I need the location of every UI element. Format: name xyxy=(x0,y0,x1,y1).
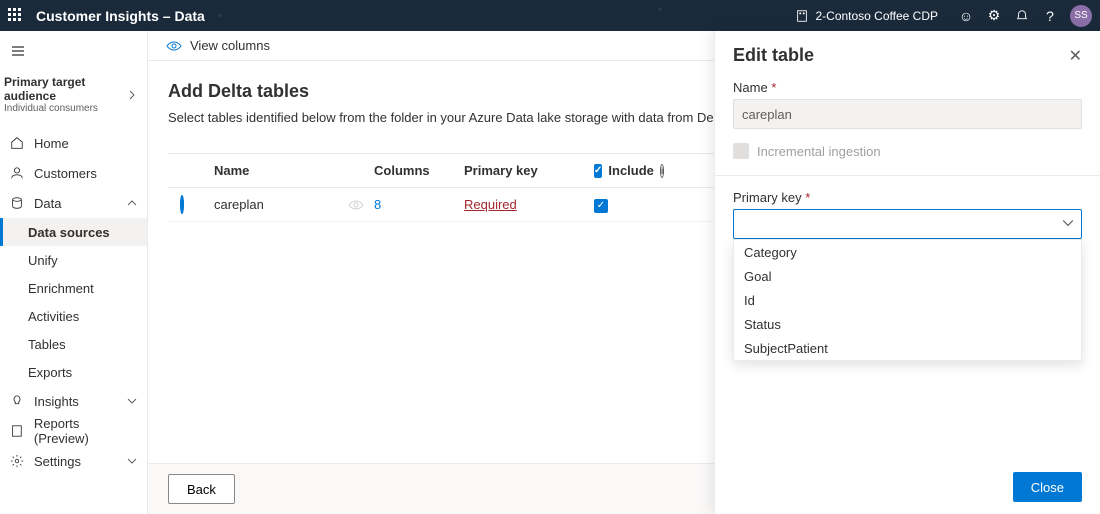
top-bar: Customer Insights – Data 2-Contoso Coffe… xyxy=(0,0,1100,31)
row-columns-link[interactable]: 8 xyxy=(374,197,381,212)
audience-selector[interactable]: Primary target audience Individual consu… xyxy=(0,71,147,128)
name-label: Name * xyxy=(733,80,1082,95)
building-icon xyxy=(795,9,809,23)
nav-settings[interactable]: Settings xyxy=(0,446,147,476)
app-launcher-icon[interactable] xyxy=(8,8,24,24)
col-include: Include xyxy=(608,163,654,178)
dropdown-option[interactable]: Id xyxy=(734,288,1081,312)
edit-table-panel: Edit table ✕ Name * Incremental ingestio… xyxy=(714,31,1100,514)
primary-key-combobox[interactable] xyxy=(733,209,1082,239)
close-button[interactable]: Close xyxy=(1013,472,1082,502)
primary-key-label: Primary key * xyxy=(733,190,1082,205)
nav-data-sources[interactable]: Data sources xyxy=(0,218,147,246)
database-icon xyxy=(10,196,24,210)
row-name: careplan xyxy=(214,197,264,212)
dropdown-option[interactable]: Status xyxy=(734,312,1081,336)
back-button[interactable]: Back xyxy=(168,474,235,504)
environment-picker[interactable]: 2-Contoso Coffee CDP xyxy=(795,9,938,23)
incremental-row: Incremental ingestion xyxy=(733,143,1082,159)
eye-icon xyxy=(166,38,182,54)
people-icon xyxy=(10,166,24,180)
smile-icon[interactable]: ☺ xyxy=(952,2,980,30)
nav-activities[interactable]: Activities xyxy=(0,302,147,330)
help-icon[interactable]: ? xyxy=(1036,2,1064,30)
chevron-down-icon xyxy=(127,456,137,466)
environment-name: 2-Contoso Coffee CDP xyxy=(815,9,938,23)
primary-key-dropdown: Category Goal Id Status SubjectPatient xyxy=(733,239,1082,361)
avatar[interactable]: SS xyxy=(1070,5,1092,27)
hamburger-button[interactable] xyxy=(0,31,147,71)
info-icon[interactable]: i xyxy=(660,164,665,178)
home-icon xyxy=(10,136,24,150)
lightbulb-icon xyxy=(10,394,24,408)
nav-tables[interactable]: Tables xyxy=(0,330,147,358)
row-primary-key[interactable]: Required xyxy=(464,197,517,212)
chevron-right-icon xyxy=(127,90,137,100)
bell-icon[interactable] xyxy=(1008,2,1036,30)
nav-enrichment[interactable]: Enrichment xyxy=(0,274,147,302)
audience-value: Individual consumers xyxy=(4,103,127,114)
sidebar: Primary target audience Individual consu… xyxy=(0,31,148,514)
name-input[interactable] xyxy=(733,99,1082,129)
nav-exports[interactable]: Exports xyxy=(0,358,147,386)
chevron-up-icon xyxy=(127,198,137,208)
app-title: Customer Insights – Data xyxy=(36,8,205,24)
nav-unify[interactable]: Unify xyxy=(0,246,147,274)
nav-reports[interactable]: Reports (Preview) xyxy=(0,416,147,446)
nav-home[interactable]: Home xyxy=(0,128,147,158)
chevron-down-icon xyxy=(127,396,137,406)
nav-insights[interactable]: Insights xyxy=(0,386,147,416)
nav-customers[interactable]: Customers xyxy=(0,158,147,188)
col-name: Name xyxy=(214,163,374,178)
incremental-checkbox xyxy=(733,143,749,159)
nav-data[interactable]: Data xyxy=(0,188,147,218)
dropdown-option[interactable]: SubjectPatient xyxy=(734,336,1081,360)
gear-icon[interactable]: ⚙ xyxy=(980,2,1008,30)
gear-icon xyxy=(10,454,24,468)
report-icon xyxy=(10,424,24,438)
col-primary-key: Primary key xyxy=(464,163,594,178)
preview-icon[interactable] xyxy=(348,197,364,213)
close-icon[interactable]: ✕ xyxy=(1069,46,1082,66)
row-radio[interactable] xyxy=(180,195,184,214)
audience-label: Primary target audience xyxy=(4,75,127,103)
divider xyxy=(715,175,1100,176)
col-columns: Columns xyxy=(374,163,464,178)
view-columns-button[interactable]: View columns xyxy=(190,38,270,53)
panel-title: Edit table xyxy=(733,45,1069,66)
row-include-checkbox[interactable]: ✓ xyxy=(594,199,608,213)
dropdown-option[interactable]: Goal xyxy=(734,264,1081,288)
dropdown-option[interactable]: Category xyxy=(734,240,1081,264)
incremental-label: Incremental ingestion xyxy=(757,144,881,159)
include-all-checkbox[interactable]: ✓ xyxy=(594,164,602,178)
